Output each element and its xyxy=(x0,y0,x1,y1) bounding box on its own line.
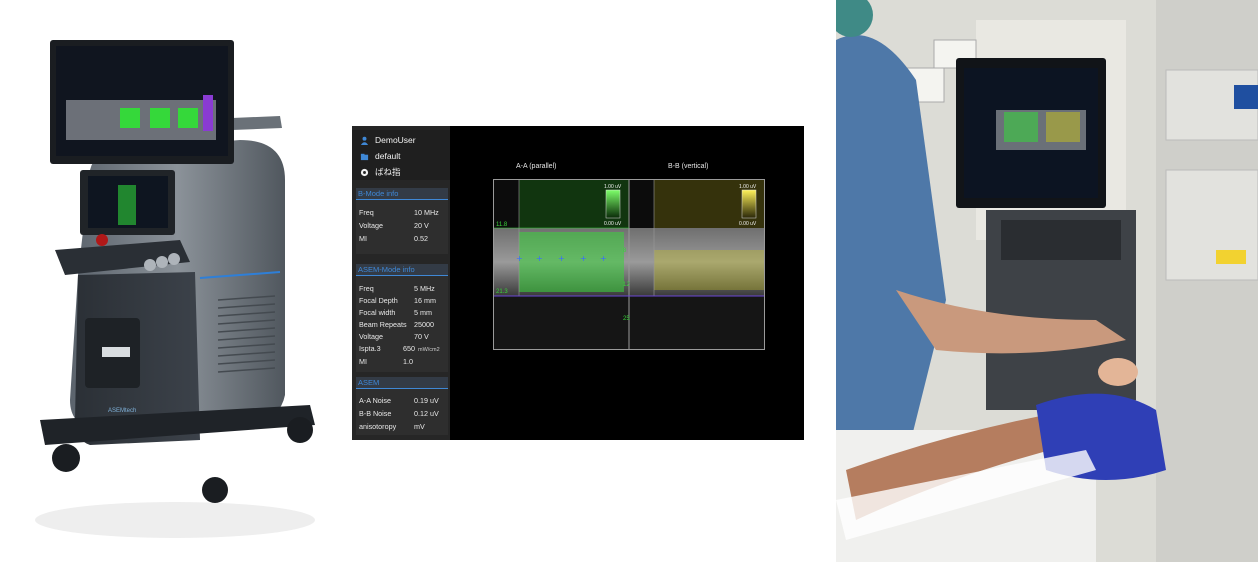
asem-mode-title: ASEM-Mode info xyxy=(356,264,448,276)
asem-mi: MI 1.0 xyxy=(359,357,413,366)
asem-title: ASEM xyxy=(356,377,448,389)
user-icon xyxy=(360,136,369,145)
folder-icon xyxy=(360,153,369,160)
ultrasound-device-photo: ASEMtech xyxy=(35,40,315,538)
bmode-mi: MI 0.52 xyxy=(359,234,428,243)
asem-voltage: Voltage 70 V xyxy=(359,332,429,341)
info-sidebar: DemoUser default ばね指 B-Mode info Freq 10 … xyxy=(352,126,450,440)
profile-name: default xyxy=(375,151,401,161)
marker-plus-icon: + xyxy=(600,254,607,263)
depth-label: 11.8 xyxy=(496,222,508,228)
asem-ui-screenshot: DemoUser default ばね指 B-Mode info Freq 10 … xyxy=(352,126,804,440)
device-brand: ASEMtech xyxy=(108,408,136,414)
profile-row[interactable]: default xyxy=(360,150,401,162)
bmode-panel: Freq 10 MHz Voltage 20 V MI 0.52 xyxy=(356,200,448,254)
marker-plus-icon: + xyxy=(536,254,543,263)
aa-scale-max: 1.00 uV xyxy=(604,184,622,190)
asem-mode-panel: Freq 5 MHz Focal Depth 16 mm Focal width 5 … xyxy=(356,276,448,372)
asem-panel: A-A Noise 0.19 uV B-B Noise 0.12 uV anisot… xyxy=(356,389,448,435)
anisotropy: anisotoropy mV xyxy=(359,422,425,431)
bmode-freq: Freq 10 MHz xyxy=(359,208,439,217)
marker-plus-icon: + xyxy=(516,254,523,263)
asem-ispta: Ispta.3 650 mW/cm2 xyxy=(359,344,440,353)
asem-beam-repeats: Beam Repeats 25000 xyxy=(359,320,434,329)
bb-scale-max: 1.00 uV xyxy=(739,184,757,190)
gear-icon xyxy=(360,168,369,176)
bb-scale-min: 0.00 uV xyxy=(739,221,757,227)
aa-noise: A-A Noise 0.19 uV xyxy=(359,396,439,405)
bb-noise: B-B Noise 0.12 uV xyxy=(359,409,439,418)
asem-freq: Freq 5 MHz xyxy=(359,284,435,293)
bmode-title: B-Mode info xyxy=(356,188,448,200)
depth-label: 21.3 xyxy=(496,289,508,295)
asem-focal-width: Focal width 5 mm xyxy=(359,308,432,317)
mode-row[interactable]: ばね指 xyxy=(360,166,401,178)
user-name: DemoUser xyxy=(375,135,416,145)
depth-label: 12 xyxy=(623,282,630,288)
depth-label: 25 xyxy=(623,316,630,322)
aa-view-label: A-A (parallel) xyxy=(516,163,557,170)
user-row[interactable]: DemoUser xyxy=(360,134,416,146)
clinical-use-photo xyxy=(836,0,1258,562)
bmode-voltage: Voltage 20 V xyxy=(359,221,429,230)
asem-focal-depth: Focal Depth 16 mm xyxy=(359,296,436,305)
marker-plus-icon: + xyxy=(580,254,587,263)
user-panel: DemoUser default ばね指 xyxy=(352,130,450,180)
marker-plus-icon: + xyxy=(558,254,565,263)
bb-view-label: B-B (vertical) xyxy=(668,163,709,170)
aa-scale-min: 0.00 uV xyxy=(604,221,622,227)
mode-name: ばね指 xyxy=(375,167,401,177)
ultrasound-image: + + + + + 1.00 uV 0.00 uV 1.00 uV 0.00 u… xyxy=(494,180,764,349)
ultrasound-viewer[interactable]: + + + + + 1.00 uV 0.00 uV 1.00 uV 0.00 u… xyxy=(493,179,765,350)
